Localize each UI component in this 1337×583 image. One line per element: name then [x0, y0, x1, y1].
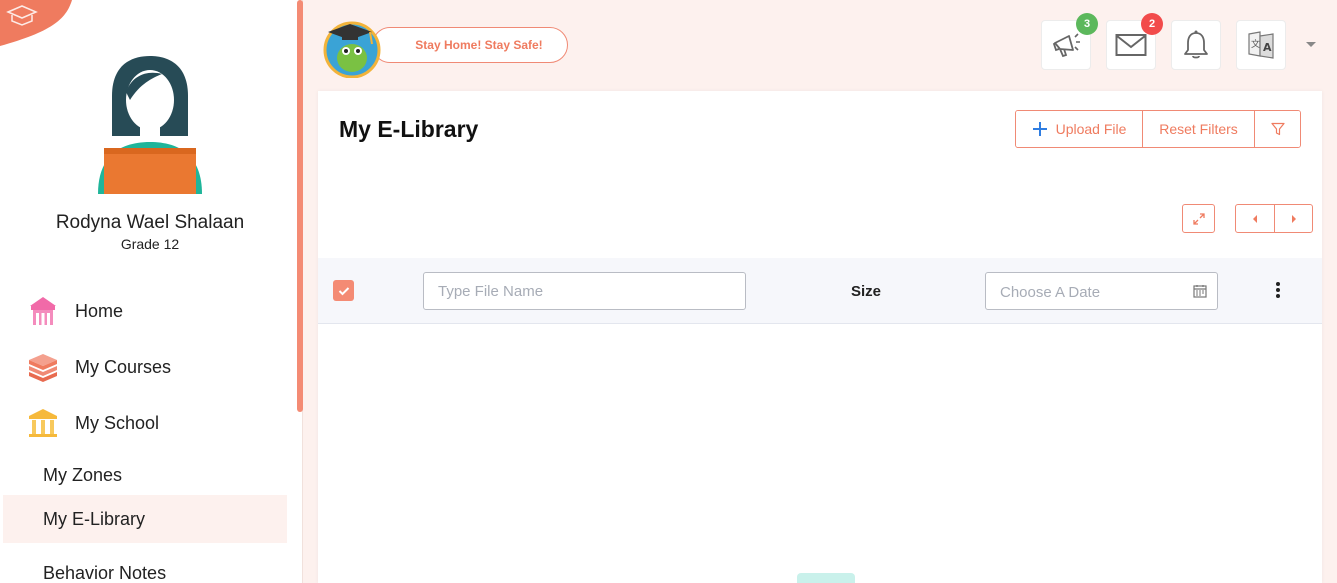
sidebar-scrollbar[interactable]	[297, 0, 303, 412]
user-grade: Grade 12	[120, 236, 180, 252]
notifications-button[interactable]	[1171, 20, 1221, 70]
chevron-down-icon[interactable]	[1306, 42, 1316, 47]
sidebar-item-label: My E-Library	[43, 508, 146, 529]
page-title: My E-Library	[339, 116, 479, 142]
svg-text:文: 文	[1251, 38, 1260, 50]
sidebar-item-behavior-notes[interactable]: Behavior Notes	[3, 549, 287, 583]
calendar-icon	[1193, 285, 1207, 298]
caret-right-icon	[1291, 214, 1296, 223]
e-library-card: My E-Library Upload File Reset Filters T…	[318, 91, 1322, 583]
sidebar-item-label: My School	[75, 412, 160, 433]
more-options-icon[interactable]	[1273, 280, 1283, 300]
size-column-header[interactable]: Size	[851, 283, 881, 300]
mascot-image	[323, 21, 381, 78]
sidebar-item-label: Behavior Notes	[43, 562, 167, 583]
select-all-checkbox[interactable]	[333, 280, 354, 301]
megaphone-icon	[1052, 33, 1080, 58]
announcements-button[interactable]: 3	[1041, 13, 1098, 70]
messages-button[interactable]: 2	[1106, 13, 1163, 70]
books-icon	[26, 350, 60, 384]
table-filter-header: Size Choose A Date	[318, 258, 1322, 324]
reset-filters-button[interactable]: Reset Filters	[1142, 111, 1254, 147]
sidebar-item-my-e-library[interactable]: My E-Library	[3, 495, 287, 543]
institution-icon	[26, 406, 60, 440]
bell-icon	[1184, 30, 1208, 59]
sidebar-item-my-courses[interactable]: My Courses	[0, 343, 287, 391]
sidebar: Rodyna Wael Shalaan Grade 12 Home My Cou…	[0, 0, 303, 583]
empty-state-illustration	[797, 573, 855, 583]
check-icon	[338, 286, 349, 295]
upload-file-label: Upload File	[1055, 121, 1127, 137]
next-page-button[interactable]	[1274, 205, 1312, 232]
filter-button[interactable]	[1254, 111, 1300, 147]
file-name-search-input[interactable]	[423, 272, 746, 310]
expand-icon	[1192, 212, 1205, 225]
sidebar-item-home[interactable]: Home	[0, 287, 287, 335]
sidebar-item-my-zones[interactable]: My Zones	[3, 451, 287, 499]
date-placeholder: Choose A Date	[1000, 284, 1101, 301]
school-building-icon	[26, 294, 60, 328]
pagination	[1235, 204, 1313, 233]
caret-left-icon	[1253, 214, 1257, 223]
language-button[interactable]: 文 A	[1236, 20, 1286, 70]
svg-text:A: A	[1263, 41, 1272, 54]
envelope-icon	[1115, 34, 1147, 56]
messages-badge: 2	[1141, 13, 1163, 35]
sidebar-item-my-school[interactable]: My School	[0, 399, 287, 447]
fullscreen-button[interactable]	[1182, 204, 1215, 233]
translate-icon: 文 A	[1248, 31, 1274, 59]
reset-filters-label: Reset Filters	[1159, 121, 1238, 137]
sidebar-item-label: My Courses	[75, 356, 172, 377]
user-name: Rodyna Wael Shalaan	[55, 212, 245, 233]
plus-icon	[1032, 122, 1047, 136]
avatar	[98, 56, 202, 194]
upload-file-button[interactable]: Upload File	[1016, 111, 1142, 147]
app-logo[interactable]	[0, 0, 76, 46]
action-button-group: Upload File Reset Filters	[1015, 110, 1301, 148]
stay-home-banner: Stay Home! Stay Safe!	[372, 27, 568, 63]
announcements-badge: 3	[1076, 13, 1098, 35]
sidebar-item-label: Home	[75, 300, 124, 321]
filter-icon	[1270, 122, 1285, 136]
previous-page-button[interactable]	[1236, 205, 1274, 232]
sidebar-item-label: My Zones	[43, 464, 123, 485]
date-picker-input[interactable]: Choose A Date	[985, 272, 1218, 310]
